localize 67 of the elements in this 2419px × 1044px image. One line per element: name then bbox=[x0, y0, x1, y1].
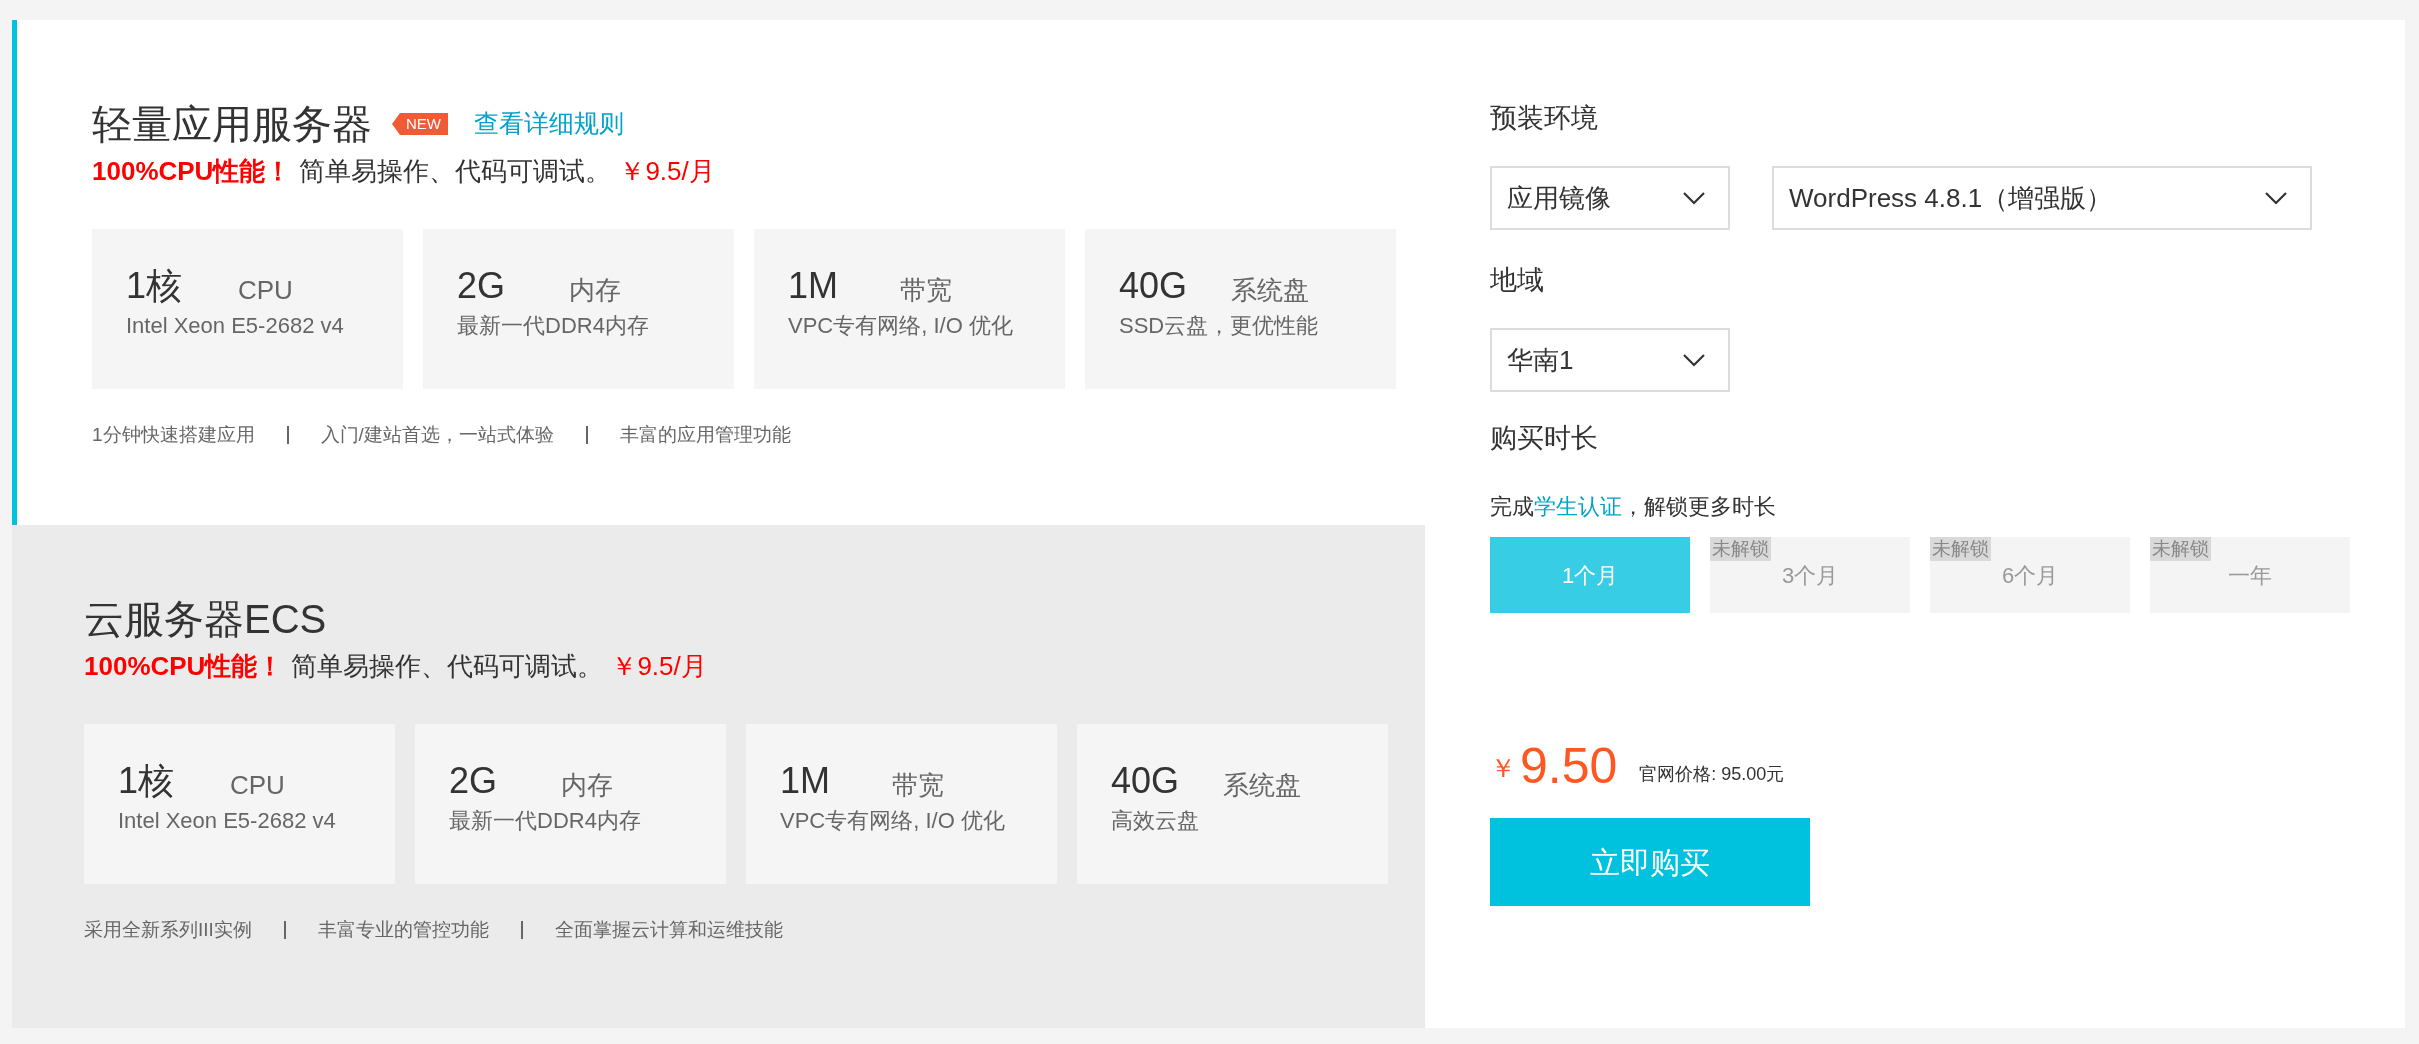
duration-option[interactable]: 3个月 未解锁 bbox=[1710, 537, 1910, 613]
dropdown[interactable]: WordPress 4.8.1（增强版） bbox=[1772, 166, 2312, 230]
spec-detail: Intel Xeon E5-2682 v4 bbox=[118, 807, 337, 835]
dropdown-value: WordPress 4.8.1（增强版） bbox=[1789, 181, 2113, 215]
spec-value: 2G bbox=[457, 265, 507, 307]
spec-detail: VPC专有网络, I/O 优化 bbox=[780, 807, 1006, 835]
tagline-text: 简单易操作、代码可调试。 bbox=[299, 155, 612, 188]
spec-value: 2G bbox=[449, 760, 499, 802]
list-price: 官网价格: 95.00元 bbox=[1639, 763, 1785, 786]
spec-name: 系统盘 bbox=[1223, 769, 1301, 802]
spec-name: CPU bbox=[238, 274, 293, 307]
currency-symbol: ￥ bbox=[1490, 752, 1516, 785]
dropdown-value: 应用镜像 bbox=[1507, 181, 1611, 215]
spec-name: 内存 bbox=[561, 769, 613, 802]
price-text: ￥9.5/月 bbox=[619, 155, 715, 188]
product-title: 云服务器ECS bbox=[84, 596, 327, 643]
spec-detail: 最新一代DDR4内存 bbox=[457, 312, 650, 340]
spec-value: 1核 bbox=[118, 760, 176, 802]
product-card[interactable]: 云服务器ECS 100%CPU性能！ 简单易操作、代码可调试。 ￥9.5/月 1核 CPU Intel Xeon E5-2682 v4 2G 内存 最新一代DDR4内存 1M 带宽 VPC专有网络, I/O 优化 40G 系统盘 高效云盘 采用全新系列III实例 丰富专业的管控功能 全面掌握云计算和运维技能 bbox=[12, 525, 1425, 1028]
feature-text: 1分钟快速搭建应用 bbox=[92, 423, 255, 447]
locked-badge: 未解锁 bbox=[2150, 537, 2211, 561]
chevron-down-icon bbox=[1682, 191, 1706, 205]
duration-option[interactable]: 一年 未解锁 bbox=[2150, 537, 2350, 613]
highlight-text: 100%CPU性能！ bbox=[92, 155, 292, 188]
dropdown[interactable]: 华南1 bbox=[1490, 328, 1730, 392]
duration-option[interactable]: 1个月 bbox=[1490, 537, 1690, 613]
spec-name: CPU bbox=[230, 769, 285, 802]
feature-text: 全面掌握云计算和运维技能 bbox=[554, 918, 783, 942]
spec-value: 1M bbox=[788, 265, 839, 307]
locked-badge: 未解锁 bbox=[1710, 537, 1771, 561]
spec-detail: 高效云盘 bbox=[1111, 807, 1200, 835]
dropdown[interactable]: 应用镜像 bbox=[1490, 166, 1730, 230]
spec-value: 40G bbox=[1119, 265, 1189, 307]
dropdown-value: 华南1 bbox=[1507, 343, 1574, 377]
feature-text: 入门/建站首选，一站式体验 bbox=[320, 423, 554, 447]
feature-text: 丰富专业的管控功能 bbox=[317, 918, 489, 942]
spec-name: 带宽 bbox=[900, 274, 952, 307]
highlight-text: 100%CPU性能！ bbox=[84, 650, 284, 683]
locked-badge: 未解锁 bbox=[1930, 537, 1991, 561]
notice-text: ，解锁更多时长 bbox=[1622, 493, 1776, 521]
spec-name: 带宽 bbox=[892, 769, 944, 802]
student-verify-link[interactable]: 学生认证 bbox=[1534, 490, 1622, 523]
product-title: 轻量应用服务器 bbox=[92, 101, 372, 148]
spec-value: 1M bbox=[780, 760, 831, 802]
new-badge: NEW bbox=[392, 113, 448, 135]
spec-name: 内存 bbox=[569, 274, 621, 307]
spec-detail: VPC专有网络, I/O 优化 bbox=[788, 312, 1014, 340]
price-text: ￥9.5/月 bbox=[611, 650, 707, 683]
section-label: 购买时长 bbox=[1490, 422, 1599, 455]
spec-detail: Intel Xeon E5-2682 v4 bbox=[126, 312, 345, 340]
spec-name: 系统盘 bbox=[1231, 274, 1309, 307]
feature-text: 采用全新系列III实例 bbox=[84, 918, 252, 942]
spec-detail: SSD云盘，更优性能 bbox=[1119, 312, 1320, 340]
section-label: 预装环境 bbox=[1490, 102, 1599, 135]
duration-option[interactable]: 6个月 未解锁 bbox=[1930, 537, 2130, 613]
spec-value: 1核 bbox=[126, 265, 184, 307]
chevron-down-icon bbox=[2264, 191, 2288, 205]
buy-button[interactable]: 立即购买 bbox=[1490, 818, 1810, 906]
chevron-down-icon bbox=[1682, 353, 1706, 367]
notice-text: 完成 bbox=[1490, 493, 1534, 521]
spec-value: 40G bbox=[1111, 760, 1181, 802]
rules-link[interactable]: 查看详细规则 bbox=[474, 105, 624, 143]
spec-detail: 最新一代DDR4内存 bbox=[449, 807, 642, 835]
tagline-text: 简单易操作、代码可调试。 bbox=[291, 650, 604, 683]
section-label: 地域 bbox=[1490, 264, 1545, 297]
feature-text: 丰富的应用管理功能 bbox=[619, 423, 791, 447]
price-amount: 9.50 bbox=[1520, 738, 1618, 794]
